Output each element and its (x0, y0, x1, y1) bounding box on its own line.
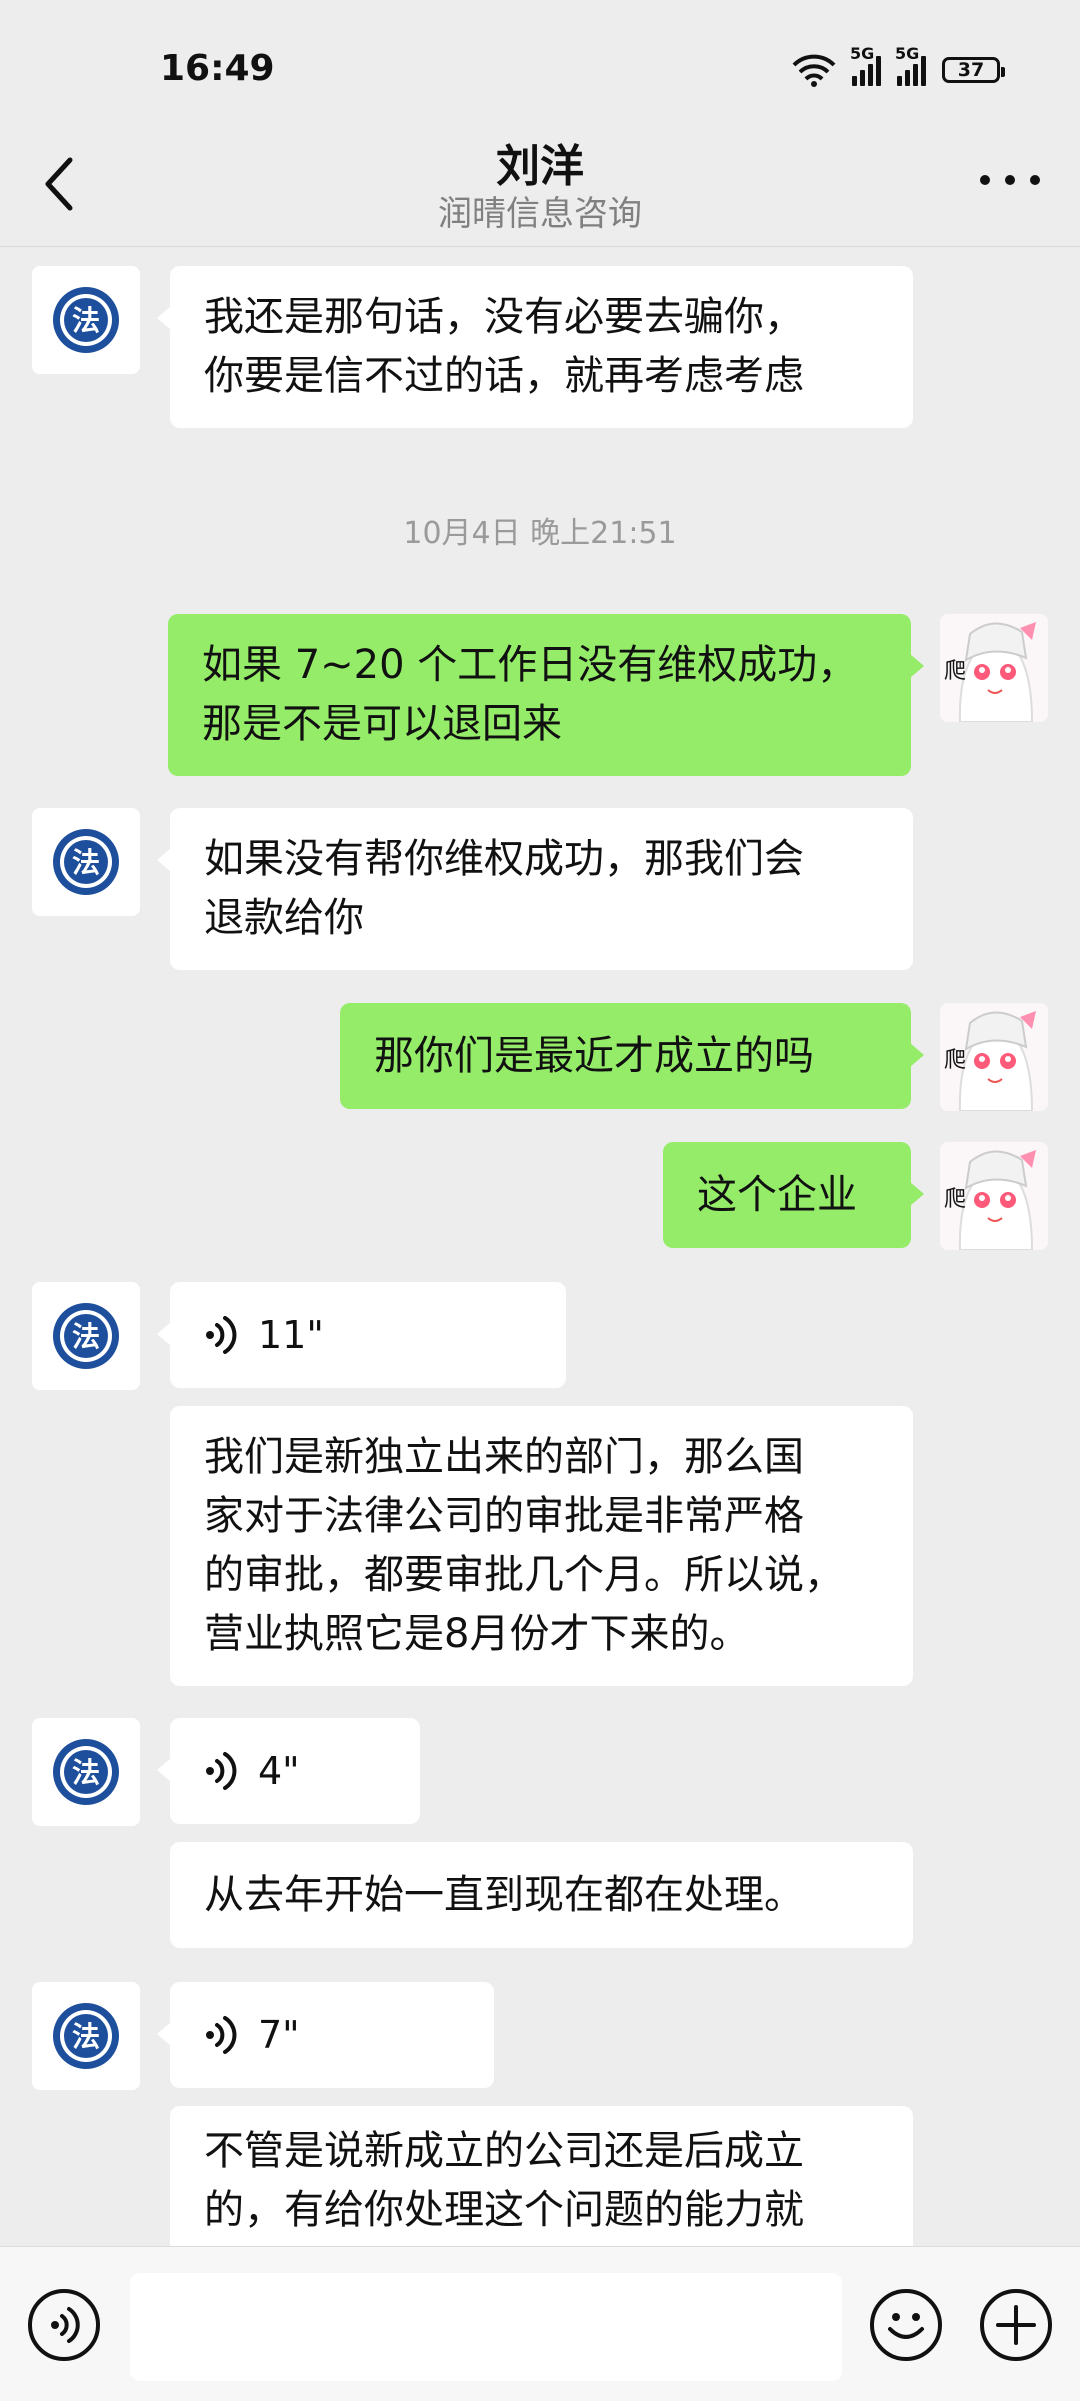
chat-title: 刘洋 (496, 141, 584, 192)
voice-wave-icon (206, 2016, 237, 2054)
anime-girl-avatar-icon: 爬 (940, 1003, 1048, 1111)
voice-wave-icon (206, 1316, 237, 1354)
voice-transcript[interactable]: 不管是说新成立的公司还是后成立 的，有给你处理这个问题的能力就 (170, 2106, 913, 2266)
message-text: 那你们是最近才成立的吗 (374, 1032, 814, 1079)
chat-subtitle: 润晴信息咨询 (438, 194, 642, 234)
more-button[interactable] (980, 160, 1040, 200)
more-dots-icon (980, 175, 990, 185)
voice-duration: 7" (258, 2012, 300, 2057)
law-logo-icon: 法 (53, 2003, 119, 2069)
voice-input-button[interactable] (28, 2289, 100, 2361)
voice-transcript[interactable]: 我们是新独立出来的部门，那么国 家对于法律公司的审批是非常严格 的审批，都要审批… (170, 1406, 913, 1686)
input-bar (0, 2246, 1080, 2401)
message-text: 这个企业 (697, 1171, 857, 1218)
message-bubble[interactable]: 那你们是最近才成立的吗 (340, 1003, 924, 1109)
voice-message: 4" (204, 1742, 300, 1801)
status-time: 16:49 (160, 48, 275, 89)
signal-icon: 5G (895, 44, 926, 86)
status-icons: 5G 5G 37 (792, 44, 1005, 90)
sim2-label: 5G (895, 44, 920, 63)
contact-avatar[interactable]: 法 (32, 1718, 140, 1826)
law-logo-icon: 法 (53, 1739, 119, 1805)
my-avatar[interactable]: 爬 (940, 1003, 1048, 1111)
transcript-text: 从去年开始一直到现在都在处理。 (204, 1871, 804, 1918)
plus-button[interactable] (980, 2289, 1052, 2361)
message-text: 如果 7~20 个工作日没有维权成功， 那是不是可以退回来 (202, 642, 858, 747)
law-logo-icon: 法 (53, 1303, 119, 1369)
battery-icon: 37 (942, 57, 1005, 83)
battery-level: 37 (957, 59, 985, 81)
message-bubble[interactable]: 如果没有帮你维权成功，那我们会 退款给你 (157, 808, 913, 970)
voice-transcript[interactable]: 从去年开始一直到现在都在处理。 (170, 1842, 913, 1948)
contact-avatar[interactable]: 法 (32, 808, 140, 916)
sim1-label: 5G (850, 44, 875, 63)
voice-message-bubble[interactable]: 4" (157, 1718, 420, 1824)
svg-text:法: 法 (72, 2020, 100, 2053)
svg-text:法: 法 (72, 846, 100, 879)
wifi-icon (792, 54, 836, 87)
emoji-icon (888, 2313, 924, 2339)
voice-message: 7" (204, 2006, 300, 2065)
message-text: 我还是那句话，没有必要去骗你， 你要是信不过的话，就再考虑考虑 (204, 294, 804, 399)
voice-duration: 4" (258, 1748, 300, 1793)
svg-text:法: 法 (72, 1320, 100, 1353)
plus-icon (996, 2305, 1036, 2345)
anime-girl-avatar-icon: 爬 (940, 1142, 1048, 1250)
header-divider (0, 246, 1080, 247)
svg-text:爬: 爬 (944, 1187, 966, 1212)
my-avatar[interactable]: 爬 (940, 614, 1048, 722)
svg-text:爬: 爬 (944, 659, 966, 684)
transcript-text: 不管是说新成立的公司还是后成立 的，有给你处理这个问题的能力就 (204, 2128, 804, 2233)
voice-wave-icon (206, 1752, 237, 1790)
status-bar: 16:49 5G 5G 37 (0, 0, 1080, 140)
law-logo-icon: 法 (53, 287, 119, 353)
svg-text:法: 法 (72, 304, 100, 337)
contact-avatar[interactable]: 法 (32, 1282, 140, 1390)
message-bubble[interactable]: 这个企业 (663, 1142, 924, 1248)
message-input[interactable] (130, 2273, 842, 2381)
contact-avatar[interactable]: 法 (32, 266, 140, 374)
transcript-text: 我们是新独立出来的部门，那么国 家对于法律公司的审批是非常严格 的审批，都要审批… (204, 1434, 844, 1657)
message-bubble[interactable]: 如果 7~20 个工作日没有维权成功， 那是不是可以退回来 (168, 614, 924, 776)
message-text: 如果没有帮你维权成功，那我们会 退款给你 (204, 836, 804, 941)
voice-message-bubble[interactable]: 7" (157, 1982, 494, 2088)
chat-header: 刘洋 润晴信息咨询 (0, 120, 1080, 246)
anime-girl-avatar-icon: 爬 (940, 614, 1048, 722)
voice-input-icon (51, 2307, 80, 2343)
chat-timestamp: 10月4日 晚上21:51 (403, 516, 677, 551)
message-bubble[interactable]: 我还是那句话，没有必要去骗你， 你要是信不过的话，就再考虑考虑 (157, 266, 913, 428)
svg-text:爬: 爬 (944, 1048, 966, 1073)
my-avatar[interactable]: 爬 (940, 1142, 1048, 1250)
signal-icon: 5G (850, 44, 881, 86)
voice-message: 11" (204, 1306, 324, 1365)
svg-text:法: 法 (72, 1756, 100, 1789)
law-logo-icon: 法 (53, 829, 119, 895)
emoji-button[interactable] (870, 2289, 942, 2361)
voice-message-bubble[interactable]: 11" (157, 1282, 566, 1388)
voice-duration: 11" (258, 1312, 324, 1357)
contact-avatar[interactable]: 法 (32, 1982, 140, 2090)
